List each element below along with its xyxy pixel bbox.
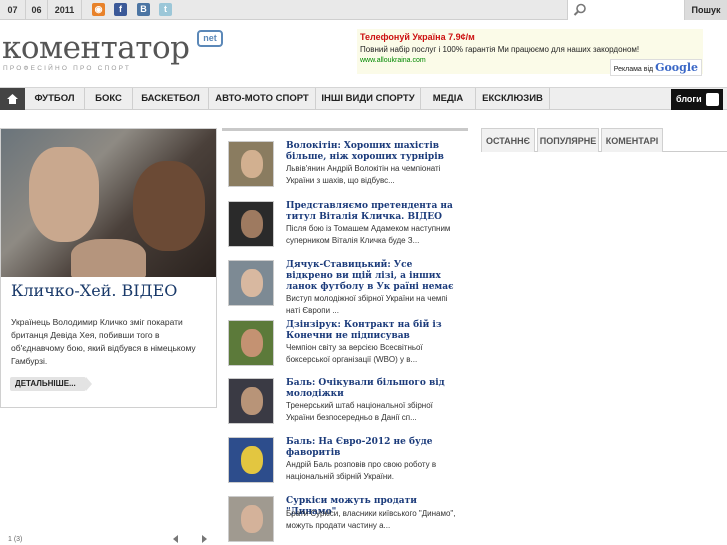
list-item: Представляємо претендента на титул Вітал… <box>228 201 458 256</box>
date-day: 07 <box>0 0 26 20</box>
news-text: Чемпіон світу за версією Всесвітньої бок… <box>286 343 423 364</box>
featured-title[interactable]: Кличко-Хей. ВІДЕО <box>11 281 177 300</box>
list-item: Дзінзірук: Контракт на бій із Конечни не… <box>228 320 458 375</box>
tab-comments[interactable]: КОМЕНТАРІ <box>601 128 663 152</box>
news-title[interactable]: Волокітін: Хороших шахістів більше, ніж … <box>286 141 458 163</box>
next-arrow-icon[interactable] <box>202 535 207 543</box>
news-thumbnail[interactable] <box>228 378 274 424</box>
ad-url[interactable]: www.alloukraina.com <box>360 57 426 64</box>
news-text: Виступ молодіжної збірної України на чем… <box>286 294 448 315</box>
nav-item-football[interactable]: ФУТБОЛ <box>25 88 85 110</box>
ad-title[interactable]: Телефонуй Україна 7.9¢/м <box>360 32 475 42</box>
date-month: 06 <box>26 0 48 20</box>
list-item: Дячук-Ставицький: Усе відкрено ви щій лі… <box>228 260 458 315</box>
news-thumbnail[interactable] <box>228 260 274 306</box>
twitter-icon[interactable]: t <box>159 3 172 16</box>
search-input[interactable] <box>567 0 685 20</box>
ad-banner[interactable]: Телефонуй Україна 7.9¢/м Повний набір по… <box>357 29 703 76</box>
news-thumbnail[interactable] <box>228 496 274 542</box>
news-title[interactable]: Баль: Очікували більшого від молодіжки <box>286 378 458 400</box>
logo-badge: net <box>197 30 223 47</box>
nav-item-auto-moto[interactable]: АВТО-МОТО СПОРТ <box>209 88 316 110</box>
nav-item-basketball[interactable]: БАСКЕТБОЛ <box>133 88 209 110</box>
list-item: Баль: Очікували більшого від молодіжки Т… <box>228 378 458 433</box>
news-thumbnail[interactable] <box>228 437 274 483</box>
home-button[interactable] <box>0 88 25 110</box>
logo-tagline: ПРОФЕСІЙНО ПРО СПОРТ <box>3 65 132 72</box>
news-text: Тренерський штаб національної збірної Ук… <box>286 401 433 422</box>
featured-article: Кличко-Хей. ВІДЕО Українець Володимир Кл… <box>0 128 217 408</box>
facebook-icon[interactable]: f <box>114 3 127 16</box>
ad-text: Повний набір послуг і 100% гарантія Ми п… <box>360 45 640 54</box>
news-text: Брати Суркіси, власники київського "Дина… <box>286 509 456 530</box>
vkontakte-icon[interactable]: B <box>137 3 150 16</box>
nav-item-other-sports[interactable]: ІНШІ ВИДИ СПОРТУ <box>316 88 421 110</box>
news-thumbnail[interactable] <box>228 201 274 247</box>
news-title[interactable]: Дячук-Ставицький: Усе відкрено ви щій лі… <box>286 260 458 293</box>
news-text: Львів'янин Андрій Волокітін на чемпіонат… <box>286 164 441 185</box>
featured-image[interactable] <box>1 129 216 277</box>
ad-provider[interactable]: Реклама від Google <box>609 59 702 76</box>
news-title[interactable]: Баль: На Євро-2012 не буде фаворитів <box>286 437 458 459</box>
blogs-button[interactable]: блоги <box>671 89 723 110</box>
top-bar: 07 06 2011 ◉ f B t Пошук <box>0 0 727 20</box>
nav-item-exclusive[interactable]: ЕКСКЛЮЗИВ <box>476 88 550 110</box>
featured-text: Українець Володимир Кличко зміг покарати… <box>11 317 196 366</box>
news-title[interactable]: Представляємо претендента на титул Вітал… <box>286 201 458 223</box>
rss-icon[interactable]: ◉ <box>92 3 105 16</box>
more-button[interactable]: ДЕТАЛЬНІШЕ... <box>10 377 92 391</box>
list-item: Суркіси можуть продати "Динамо" Брати Су… <box>228 496 458 545</box>
home-icon <box>7 94 18 104</box>
news-text: Після бою із Томашем Адамеком наступним … <box>286 224 451 245</box>
nav-item-boxing[interactable]: БОКС <box>85 88 133 110</box>
tab-bar: ОСТАННЄ ПОПУЛЯРНЕ КОМЕНТАРІ <box>481 128 727 152</box>
prev-arrow-icon[interactable] <box>173 535 178 543</box>
pager-label: 1 (3) <box>8 536 23 543</box>
blogs-label: блоги <box>676 94 702 104</box>
site-logo[interactable]: коментатор net ПРОФЕСІЙНО ПРО СПОРТ <box>0 30 230 80</box>
news-thumbnail[interactable] <box>228 141 274 187</box>
news-text: Андрій Баль розповів про свою роботу в н… <box>286 460 437 481</box>
logo-word: коментатор <box>2 30 190 66</box>
news-thumbnail[interactable] <box>228 320 274 366</box>
ad-provider-prefix: Реклама від <box>613 66 654 73</box>
date-year: 2011 <box>48 0 82 20</box>
tab-latest[interactable]: ОСТАННЄ <box>481 128 535 152</box>
news-title[interactable]: Дзінзірук: Контракт на бій із Конечни не… <box>286 320 458 342</box>
main-nav: ФУТБОЛ БОКС БАСКЕТБОЛ АВТО-МОТО СПОРТ ІН… <box>0 87 727 110</box>
google-logo: Google <box>655 61 698 74</box>
search-icon <box>573 3 586 16</box>
blog-icon <box>706 93 719 106</box>
search-button[interactable]: Пошук <box>685 0 727 20</box>
list-item: Баль: На Євро-2012 не буде фаворитів Анд… <box>228 437 458 492</box>
tab-popular[interactable]: ПОПУЛЯРНЕ <box>537 128 599 152</box>
news-divider <box>222 128 468 131</box>
nav-item-media[interactable]: МЕДІА <box>421 88 476 110</box>
list-item: Волокітін: Хороших шахістів більше, ніж … <box>228 141 458 196</box>
